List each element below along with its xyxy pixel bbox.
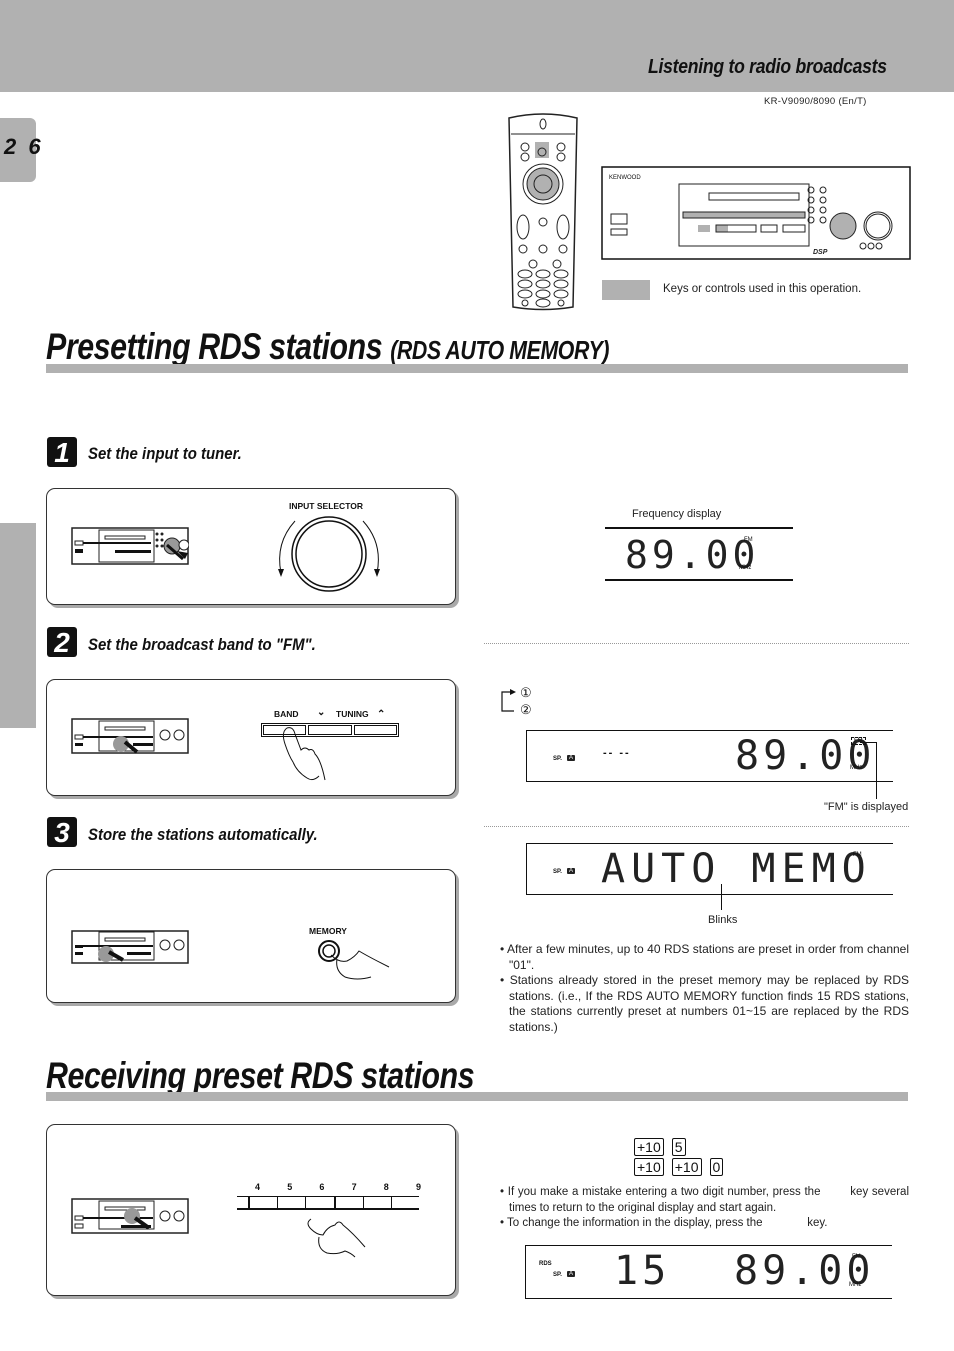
- section1-title-main: Presetting RDS stations: [46, 326, 383, 367]
- step2-text: Set the broadcast band to "FM".: [88, 635, 316, 654]
- tuning-label: TUNING: [336, 709, 369, 719]
- legend-text: Keys or controls used in this operation.: [663, 283, 862, 295]
- speaker-indicator: SP.: [553, 756, 562, 762]
- mini-panel-band: [71, 718, 189, 754]
- remote-control-illustration: [508, 113, 578, 311]
- key-label-6: 6: [319, 1182, 325, 1192]
- note-item: • If you make a mistake entering a two d…: [500, 1186, 913, 1214]
- fm-displayed-caption: "FM" is displayed: [824, 801, 909, 813]
- section2-panel: 4 5 6 7 8 9: [46, 1124, 456, 1296]
- step2-number: 2: [47, 627, 77, 658]
- step3-number: 3: [47, 817, 77, 848]
- section1-rule: [46, 364, 908, 373]
- divider-dotted: [484, 643, 909, 644]
- cycle-arrow-icon: [501, 689, 516, 712]
- auto-memo-text: AUTO MEMO: [601, 846, 872, 892]
- section-title: Listening to radio broadcasts: [648, 56, 887, 78]
- band-indicator: FM: [744, 537, 753, 543]
- divider-dotted: [484, 826, 909, 827]
- sequence-step-1: ①: [520, 685, 532, 700]
- step1-number: 1: [47, 437, 77, 468]
- fm-indicator: FM: [853, 852, 862, 858]
- key-label-7: 7: [351, 1182, 357, 1192]
- brand-logo: KENWOOD: [609, 175, 641, 181]
- fm-indicator: FM: [852, 1254, 861, 1260]
- section2-rule: [46, 1092, 908, 1101]
- key-example-2: +10 +10 0: [634, 1158, 731, 1177]
- step3-panel: MEMORY: [46, 869, 456, 1003]
- mini-panel-input-selector: [71, 527, 189, 565]
- blinks-caption: Blinks: [708, 914, 738, 926]
- preset-dashes: -- --: [603, 747, 631, 759]
- page-number: 2 6: [4, 134, 44, 159]
- tuning-down-chevron-icon: ⌄: [317, 707, 326, 718]
- key-label-9: 9: [415, 1182, 421, 1192]
- sequence-step-2: ②: [520, 702, 532, 717]
- plus10-key[interactable]: +10: [634, 1158, 664, 1176]
- step2-panel: BAND ⌄ TUNING ⌃: [46, 679, 456, 796]
- key-8[interactable]: [364, 1197, 392, 1208]
- frequency-display-caption: Frequency display: [632, 508, 722, 520]
- tuning-up-chevron-icon: ⌃: [377, 709, 386, 720]
- memory-label: MEMORY: [309, 926, 347, 936]
- unit-indicator: MHz: [849, 1282, 862, 1288]
- section2-notes: • If you make a mistake entering a two d…: [500, 1185, 909, 1232]
- step1-panel: INPUT SELECTOR: [46, 488, 456, 605]
- speaker-indicator: SP.: [553, 1272, 562, 1278]
- note-item: • To change the information in the displ…: [500, 1217, 828, 1229]
- section2-title: Receiving preset RDS stations: [46, 1055, 475, 1096]
- auto-memo-display: SP. A AUTO MEMO FM: [526, 843, 893, 895]
- tuning-up-button[interactable]: [353, 725, 397, 735]
- speaker-a-badge: A: [567, 755, 576, 761]
- mini-panel-number-keys: [71, 1198, 189, 1234]
- digit-key[interactable]: 0: [709, 1158, 724, 1176]
- section1-subtitle: (RDS AUTO MEMORY): [390, 335, 610, 365]
- speaker-indicator: SP.: [553, 869, 562, 875]
- input-selector-knob[interactable]: [269, 511, 389, 597]
- key-example-1: +10 5: [634, 1138, 694, 1157]
- key-6[interactable]: [306, 1197, 336, 1208]
- key-5[interactable]: [278, 1197, 307, 1208]
- receiver-front-panel: KENWOOD DSP: [601, 166, 911, 260]
- band-label: BAND: [274, 709, 299, 719]
- number-keys-row: [237, 1196, 419, 1210]
- legend-swatch: [602, 280, 650, 300]
- key-9[interactable]: [392, 1197, 419, 1208]
- finger-press-icon: [282, 727, 326, 781]
- key-label-8: 8: [383, 1182, 389, 1192]
- blinks-leader-line: [721, 884, 722, 910]
- note-item: • Stations already stored in the preset …: [500, 973, 909, 1034]
- number-key-labels: 4 5 6 7 8 9: [237, 1182, 421, 1192]
- key-4[interactable]: [250, 1197, 279, 1208]
- model-number: KR-V9090/8090 (En/T): [764, 96, 867, 107]
- step1-text: Set the input to tuner.: [88, 444, 242, 463]
- rds-indicator: RDS: [539, 1261, 552, 1267]
- plus10-key[interactable]: +10: [671, 1158, 702, 1176]
- unit-indicator: MHz: [739, 565, 752, 571]
- key-label-5: 5: [287, 1182, 293, 1192]
- fm-leader-line: [860, 742, 877, 799]
- preset-display: RDS SP. A 15 89.00 FM MHz: [525, 1245, 892, 1299]
- memory-button[interactable]: [313, 937, 403, 985]
- section1-title: Presetting RDS stations (RDS AUTO MEMORY…: [46, 326, 609, 368]
- step3-text: Store the stations automatically.: [88, 825, 318, 844]
- tuner-display-band: SP. A -- -- 89.00 FM MHz: [526, 730, 893, 782]
- speaker-a-badge: A: [567, 1271, 576, 1277]
- note-item: • After a few minutes, up to 40 RDS stat…: [500, 942, 910, 972]
- preset-number: 15: [614, 1248, 671, 1294]
- finger-press-icon: [330, 950, 390, 980]
- input-selector-label: INPUT SELECTOR: [289, 501, 363, 511]
- chapter-tab: [0, 523, 36, 728]
- step3-notes: • After a few minutes, up to 40 RDS stat…: [500, 942, 909, 1035]
- frequency-display: 89.00 FM MHz: [605, 527, 793, 581]
- plus10-key[interactable]: +10: [634, 1138, 664, 1156]
- dsp-logo: DSP: [813, 249, 828, 256]
- digit-key[interactable]: 5: [671, 1138, 686, 1156]
- mini-panel-memory: [71, 930, 189, 964]
- key-7[interactable]: [336, 1197, 364, 1208]
- speaker-a-badge: A: [567, 868, 576, 874]
- finger-press-icon: [307, 1218, 366, 1258]
- key-label-4: 4: [255, 1182, 261, 1192]
